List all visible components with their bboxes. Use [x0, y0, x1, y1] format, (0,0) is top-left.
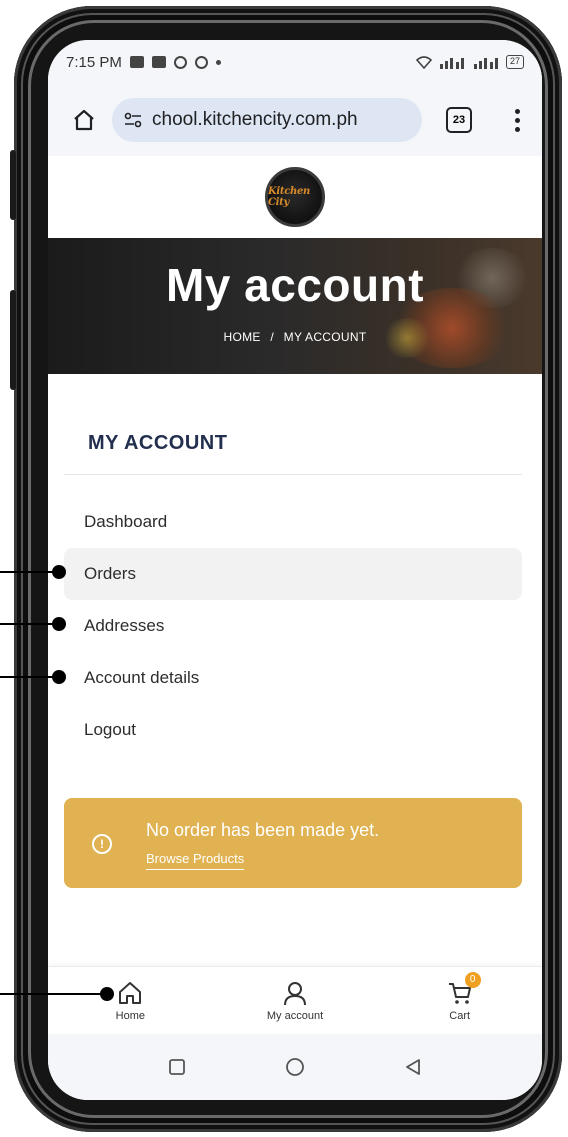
tab-switcher-button[interactable]: 23	[446, 107, 472, 133]
back-triangle-icon	[406, 1059, 420, 1075]
bottom-nav-my-account-label: My account	[266, 1009, 324, 1022]
more-notifications-icon	[215, 59, 221, 65]
recent-apps-button[interactable]	[163, 1053, 191, 1081]
messenger-icon	[173, 55, 187, 69]
system-navigation-bar	[48, 1034, 542, 1100]
menu-dot-icon	[515, 108, 520, 114]
url-text: chool.kitchencity.com.ph	[152, 109, 358, 130]
power-button	[10, 290, 16, 390]
wifi-icon	[415, 55, 432, 69]
breadcrumb-home-link[interactable]: HOME	[224, 330, 261, 344]
account-section-heading: MY ACCOUNT	[88, 432, 228, 454]
info-icon: !	[92, 834, 112, 854]
account-nav-orders[interactable]: Orders	[64, 548, 522, 600]
cart-icon-wrap: 0	[447, 971, 481, 1006]
battery-icon: 27	[505, 55, 524, 69]
annotation-pointer-line	[0, 623, 60, 625]
annotation-pointer-dot	[52, 670, 66, 684]
notification-icon	[129, 56, 144, 68]
site-header: Kitchen City	[48, 156, 542, 238]
annotation-pointer-line	[0, 676, 60, 678]
account-nav-addresses[interactable]: Addresses	[64, 600, 522, 652]
account-nav-account-details[interactable]: Account details	[64, 652, 522, 704]
volume-button	[10, 150, 16, 220]
no-orders-notice: ! No order has been made yet. Browse Pro…	[64, 798, 522, 888]
divider	[64, 474, 522, 475]
user-icon	[284, 981, 306, 1005]
annotation-pointer-dot	[52, 617, 66, 631]
chat-icon	[194, 55, 208, 69]
notice-message: No order has been made yet.	[146, 820, 380, 840]
signal-icon	[439, 57, 464, 69]
bottom-navigation: Home My account 0 Cart	[48, 966, 542, 1034]
status-time: 7:15 PM	[66, 53, 122, 71]
account-nav-dashboard[interactable]: Dashboard	[64, 496, 522, 548]
browser-home-button[interactable]	[64, 100, 104, 140]
phone-screen: 7:15 PM 27 chool.kitchencity.com.ph 23 K…	[48, 40, 542, 1100]
notification-icon	[151, 56, 166, 68]
home-icon	[74, 109, 94, 131]
annotation-pointer-line	[0, 571, 60, 573]
browser-menu-button[interactable]	[509, 103, 526, 138]
browser-toolbar: chool.kitchencity.com.ph 23	[48, 84, 542, 156]
bottom-nav-home[interactable]: Home	[48, 967, 213, 1034]
logo-text: Kitchen City	[268, 186, 311, 208]
system-home-button[interactable]	[281, 1053, 309, 1081]
menu-dot-icon	[515, 126, 520, 132]
breadcrumb-separator: /	[270, 330, 275, 344]
home-icon	[119, 981, 142, 1004]
breadcrumb-current: MY ACCOUNT	[283, 330, 367, 344]
annotation-pointer-dot	[100, 987, 114, 1001]
account-nav-logout[interactable]: Logout	[64, 704, 522, 756]
browse-products-link[interactable]: Browse Products	[146, 851, 245, 870]
bottom-nav-cart[interactable]: 0 Cart	[377, 967, 542, 1034]
status-bar: 7:15 PM 27	[48, 40, 542, 84]
circle-icon	[286, 1058, 304, 1076]
bottom-nav-my-account[interactable]: My account	[213, 967, 378, 1034]
cart-count-badge: 0	[464, 971, 481, 988]
menu-dot-icon	[515, 117, 520, 123]
breadcrumb: HOME / MY ACCOUNT	[48, 330, 542, 344]
square-icon	[169, 1059, 185, 1075]
bottom-nav-cart-label: Cart	[449, 1009, 471, 1022]
annotation-pointer-dot	[52, 565, 66, 579]
url-bar[interactable]: chool.kitchencity.com.ph	[112, 98, 422, 142]
signal-icon	[473, 57, 498, 69]
site-logo[interactable]: Kitchen City	[265, 167, 325, 227]
page-title: My account	[165, 259, 425, 311]
account-navigation: Dashboard Orders Addresses Account detai…	[64, 496, 522, 756]
page-hero-banner: My account HOME / MY ACCOUNT	[48, 238, 542, 374]
annotation-pointer-line	[0, 993, 108, 995]
bottom-nav-home-label: Home	[115, 1009, 145, 1022]
system-back-button[interactable]	[399, 1053, 427, 1081]
site-settings-icon[interactable]	[124, 112, 142, 128]
